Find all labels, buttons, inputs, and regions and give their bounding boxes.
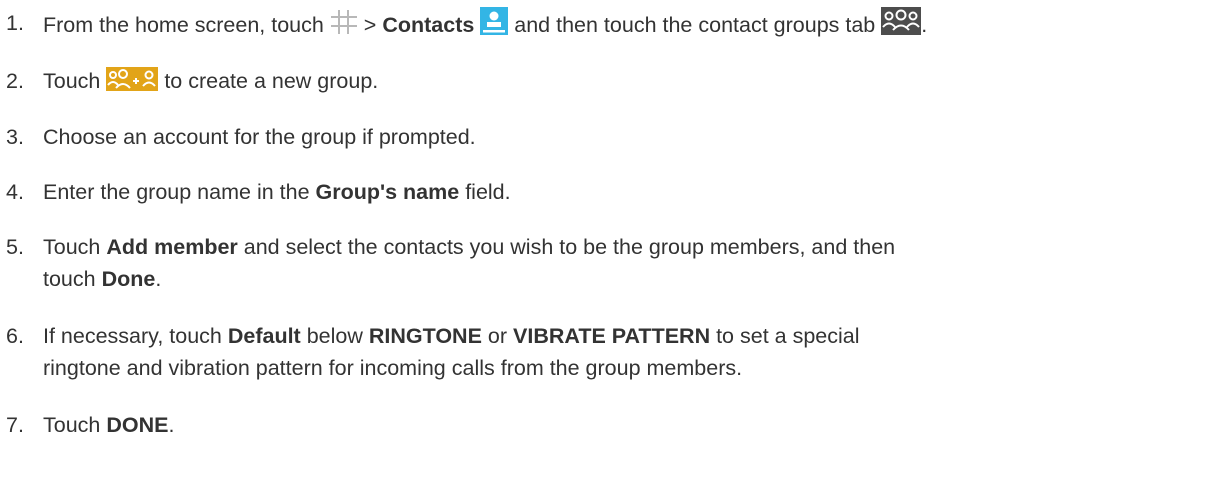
step-text-line: Touch Add member and select the contacts… <box>43 231 1193 263</box>
ringtone-label: RINGTONE <box>368 324 482 348</box>
step-text-segment: . <box>168 413 175 437</box>
step-text-segment: to create a new group. <box>158 69 379 93</box>
group-name-label: Group's name <box>315 180 460 204</box>
done-caps-label: DONE <box>106 413 169 437</box>
step-text-segment: and then touch the contact groups tab <box>508 13 876 37</box>
step-number: 5. <box>6 235 24 259</box>
contact-groups-tab-icon <box>881 7 922 35</box>
step-text-segment: or <box>481 324 514 348</box>
apps-grid-icon <box>330 9 358 35</box>
step-text-segment: From the home screen, touch <box>43 13 324 37</box>
step-number: 2. <box>6 69 24 93</box>
contacts-label: Contacts <box>382 13 475 37</box>
step-text-segment: Enter the group name in the <box>43 180 316 204</box>
step-text-segment: > <box>357 13 383 37</box>
step-text-segment: field. <box>459 180 511 204</box>
step-text-segment: Touch <box>43 235 107 259</box>
vibrate-pattern-label: VIBRATE PATTERN <box>513 324 711 348</box>
step-text-line: touch Done. <box>43 263 1193 295</box>
step-text-segment: Touch <box>43 69 101 93</box>
step-text: Touch to create a new group. <box>43 65 1193 97</box>
default-label: Default <box>227 324 301 348</box>
step-number: 6. <box>6 324 24 348</box>
step-number: 1. <box>6 11 24 35</box>
step-number: 7. <box>6 413 24 437</box>
contacts-app-icon <box>480 7 509 35</box>
step-text: Touch DONE. <box>43 409 1193 441</box>
add-member-label: Add member <box>106 235 238 259</box>
step-text-segment: below <box>300 324 369 348</box>
step-text-segment: . <box>921 13 928 37</box>
step-text: Touch Add member and select the contacts… <box>43 231 1193 295</box>
step-text: Choose an account for the group if promp… <box>43 121 1193 153</box>
step-text: If necessary, touch Default below RINGTO… <box>43 320 1193 384</box>
step-number: 3. <box>6 125 24 149</box>
step-text-segment: . <box>155 267 162 291</box>
step-text-line: If necessary, touch Default below RINGTO… <box>43 320 1193 352</box>
step-text-segment: Touch <box>43 413 107 437</box>
step-text: Enter the group name in the Group's name… <box>43 176 1193 208</box>
step-text: From the home screen, touch > Contacts a… <box>43 7 1193 41</box>
step-number: 4. <box>6 180 24 204</box>
add-group-icon <box>106 67 159 91</box>
step-text-segment: to set a special <box>710 324 860 348</box>
done-label: Done <box>101 267 156 291</box>
step-text-segment: and select the contacts you wish to be t… <box>237 235 896 259</box>
step-text-segment: touch <box>43 267 102 291</box>
step-text-line: ringtone and vibration pattern for incom… <box>43 352 1193 384</box>
step-text-segment: Choose an account for the group if promp… <box>43 125 476 149</box>
step-text-segment: If necessary, touch <box>43 324 228 348</box>
step-text-segment: ringtone and vibration pattern for incom… <box>43 356 743 380</box>
